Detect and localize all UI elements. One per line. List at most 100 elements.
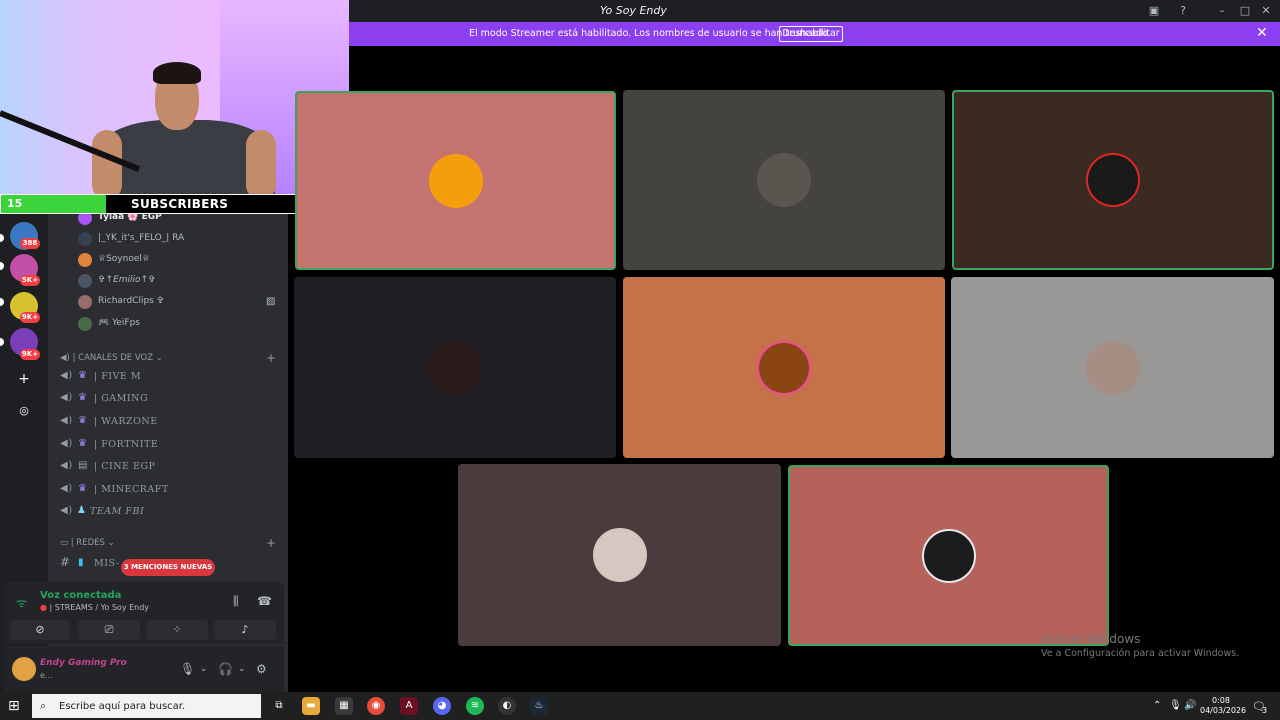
disconnect-icon[interactable]: ☎ — [257, 594, 272, 608]
soundboard-button[interactable]: ♪ — [214, 620, 276, 640]
camera-off-button[interactable]: ⊘ — [10, 620, 70, 640]
search-icon: ⌕ — [40, 699, 47, 712]
app-icon[interactable]: ◐ — [498, 697, 516, 715]
unread-indicator — [0, 338, 4, 346]
member-name: 🎮 YeiFps — [98, 318, 140, 328]
user-status: e... — [40, 671, 53, 680]
minimize-icon[interactable]: – — [1214, 3, 1230, 19]
new-mentions-pill[interactable]: 3 MENCIONES NUEVAS — [121, 559, 215, 576]
avatar — [757, 153, 811, 207]
speaker-icon: ◀) — [60, 505, 73, 516]
share-screen-icon: ⎚ — [104, 623, 114, 636]
inbox-icon[interactable]: ▣ — [1146, 3, 1162, 19]
notification-count: 3 — [1262, 706, 1268, 715]
member-name: RichardClips ✞ — [98, 296, 165, 306]
headphones-icon[interactable]: 🎧 — [218, 662, 233, 676]
channel-label: | MINECRAFT — [94, 484, 169, 495]
noise-suppression-icon[interactable]: ⫼ — [233, 594, 239, 609]
voice-channel-path[interactable]: ● | STREAMS / Yo Soy Endy — [40, 603, 149, 612]
steam-icon[interactable]: ♨ — [530, 697, 548, 715]
soundboard-icon: ♪ — [241, 623, 249, 636]
channel-emoji-icon: ♛ — [78, 415, 88, 426]
subscribers-label: SUBSCRIBERS — [131, 197, 229, 211]
participant-tile[interactable] — [623, 277, 945, 458]
disable-streamer-button[interactable]: Deshabilitar — [779, 26, 843, 42]
voice-channel-label: | STREAMS / Yo Soy Endy — [49, 603, 150, 612]
channel-label: | FORTNITE — [94, 439, 159, 450]
search-placeholder: Escribe aquí para buscar. — [59, 701, 186, 712]
windows-start-icon[interactable]: ⊞ — [8, 698, 20, 714]
microphone-tray-icon[interactable]: 🎙 — [1169, 700, 1182, 711]
spotify-icon[interactable]: ≋ — [466, 697, 484, 715]
close-banner-icon[interactable]: ✕ — [1256, 25, 1268, 41]
server-badge: 5K+ — [20, 275, 40, 286]
gear-icon[interactable]: ⚙ — [256, 662, 267, 676]
avatar — [78, 295, 92, 309]
chrome-icon[interactable]: ◉ — [367, 697, 385, 715]
task-view-icon[interactable]: ⧉ — [270, 697, 288, 715]
participant-tile[interactable] — [788, 465, 1109, 646]
agent-icon: ♟ — [77, 505, 87, 516]
voice-category-header[interactable]: ◀) | CANALES DE VOZ ⌄ + — [60, 351, 276, 365]
microphone-icon[interactable]: 🎙 — [180, 662, 195, 676]
add-channel-icon[interactable]: + — [266, 536, 276, 550]
avatar — [592, 528, 647, 582]
streamer-hair — [153, 62, 201, 84]
speaker-icon: ◀) — [60, 483, 73, 494]
share-screen-button[interactable]: ⎚ — [78, 620, 140, 640]
volume-icon[interactable]: 🔊 — [1184, 700, 1196, 711]
close-window-icon[interactable]: ✕ — [1258, 3, 1274, 19]
screen-share-icon: ▨ — [266, 296, 276, 307]
member-name: ✞↑Emilio↑✞ — [98, 275, 156, 285]
maximize-icon[interactable]: □ — [1237, 3, 1253, 19]
participant-tile[interactable] — [952, 90, 1274, 270]
redes-category-header[interactable]: ▭ | REDES ⌄ + — [60, 536, 276, 550]
participant-tile[interactable] — [623, 90, 945, 270]
member-name: |_YK_it's_FELO_| RA — [98, 233, 185, 243]
avatar — [78, 317, 92, 331]
add-channel-icon[interactable]: + — [266, 351, 276, 365]
speaker-icon: ◀) — [60, 438, 73, 449]
clock-time: 0:08 — [1212, 696, 1230, 705]
unread-indicator — [0, 234, 4, 242]
chevron-down-icon[interactable]: ⌄ — [200, 664, 208, 674]
discord-icon[interactable]: ◕ — [433, 697, 451, 715]
window-title: Yo Soy Endy — [600, 4, 667, 17]
participant-tile[interactable] — [951, 277, 1274, 458]
activate-windows-title: Activar Windows — [1041, 632, 1141, 646]
activities-button[interactable]: ⁘ — [146, 620, 208, 640]
participant-tile[interactable] — [295, 91, 616, 270]
adobe-icon[interactable]: A — [400, 697, 418, 715]
store-icon[interactable]: ▦ — [335, 697, 353, 715]
chevron-down-icon[interactable]: ⌄ — [238, 664, 246, 674]
member-name: ♕Soynoel♕ — [98, 254, 150, 264]
tray-chevron-icon[interactable]: ⌃ — [1153, 700, 1161, 711]
streamer-arm — [246, 130, 276, 194]
server-badge: 9K+ — [20, 312, 40, 323]
help-icon[interactable]: ? — [1175, 3, 1191, 19]
taskbar-clock[interactable]: 0:08 04/03/2026 — [1200, 696, 1247, 716]
taskbar-search[interactable]: ⌕ Escribe aquí para buscar. — [32, 694, 261, 718]
speaker-icon: ◀) — [60, 392, 73, 403]
avatar[interactable] — [12, 657, 36, 681]
speaker-icon: ◀) — [60, 370, 73, 381]
participant-tile[interactable] — [458, 464, 781, 646]
server-badge: 9K+ — [20, 349, 40, 360]
banner-text: El modo Streamer está habilitado. Los no… — [469, 28, 831, 39]
channel-label: | FIVE M — [94, 371, 142, 382]
folder-icon: ▭ — [60, 538, 69, 548]
avatar — [921, 528, 976, 583]
add-server-icon[interactable]: + — [14, 369, 34, 389]
channel-emoji-icon: ♛ — [78, 392, 88, 403]
user-panel: Endy Gaming Pro e... 🎙 ⌄ 🎧 ⌄ ⚙ — [4, 646, 284, 692]
avatar — [78, 253, 92, 267]
channel-emoji-icon: ♛ — [78, 438, 88, 449]
explore-icon[interactable]: ◎ — [14, 401, 34, 421]
speaker-icon: ◀) — [60, 415, 73, 426]
participant-tile[interactable] — [294, 277, 616, 458]
clock-date: 04/03/2026 — [1200, 706, 1247, 715]
file-explorer-icon[interactable]: ▬ — [302, 697, 320, 715]
avatar — [428, 340, 482, 395]
channel-emoji-icon: ▮ — [78, 557, 85, 568]
hashtag-icon: # — [60, 555, 71, 569]
